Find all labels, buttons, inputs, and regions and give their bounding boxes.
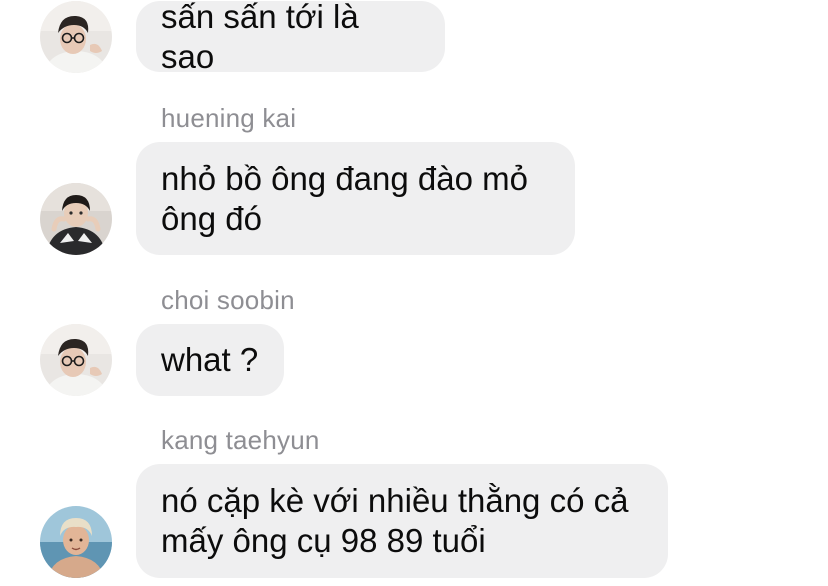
- message-text: what ?: [161, 341, 259, 378]
- message-text: sấn sấn tới là sao: [161, 0, 359, 75]
- sender-name: huening kai: [161, 103, 297, 133]
- message-bubble[interactable]: nhỏ bồ ông đang đào mỏ ông đó: [136, 142, 575, 255]
- user-avatar-jacket-icon: [40, 183, 112, 255]
- sender-name: choi soobin: [161, 285, 295, 315]
- user-avatar-glasses-icon: [40, 1, 112, 73]
- message-text: nhỏ bồ ông đang đào mỏ ông đó: [161, 159, 528, 237]
- avatar[interactable]: [40, 183, 112, 255]
- avatar[interactable]: [40, 1, 112, 73]
- message-bubble[interactable]: sấn sấn tới là sao: [136, 0, 445, 75]
- message-bubble[interactable]: what ?: [136, 324, 284, 396]
- message-bubble[interactable]: nó cặp kè với nhiều thằng có cả mấy ông …: [136, 464, 668, 578]
- chat-thread: sấn sấn tới là sao huening kai nhỏ bồ ôn…: [0, 0, 828, 586]
- user-avatar-beach-icon: [40, 506, 112, 578]
- avatar[interactable]: [40, 506, 112, 578]
- avatar[interactable]: [40, 324, 112, 396]
- message-text: nó cặp kè với nhiều thằng có cả mấy ông …: [161, 482, 629, 559]
- user-avatar-glasses-icon: [40, 324, 112, 396]
- sender-name: kang taehyun: [161, 425, 320, 455]
